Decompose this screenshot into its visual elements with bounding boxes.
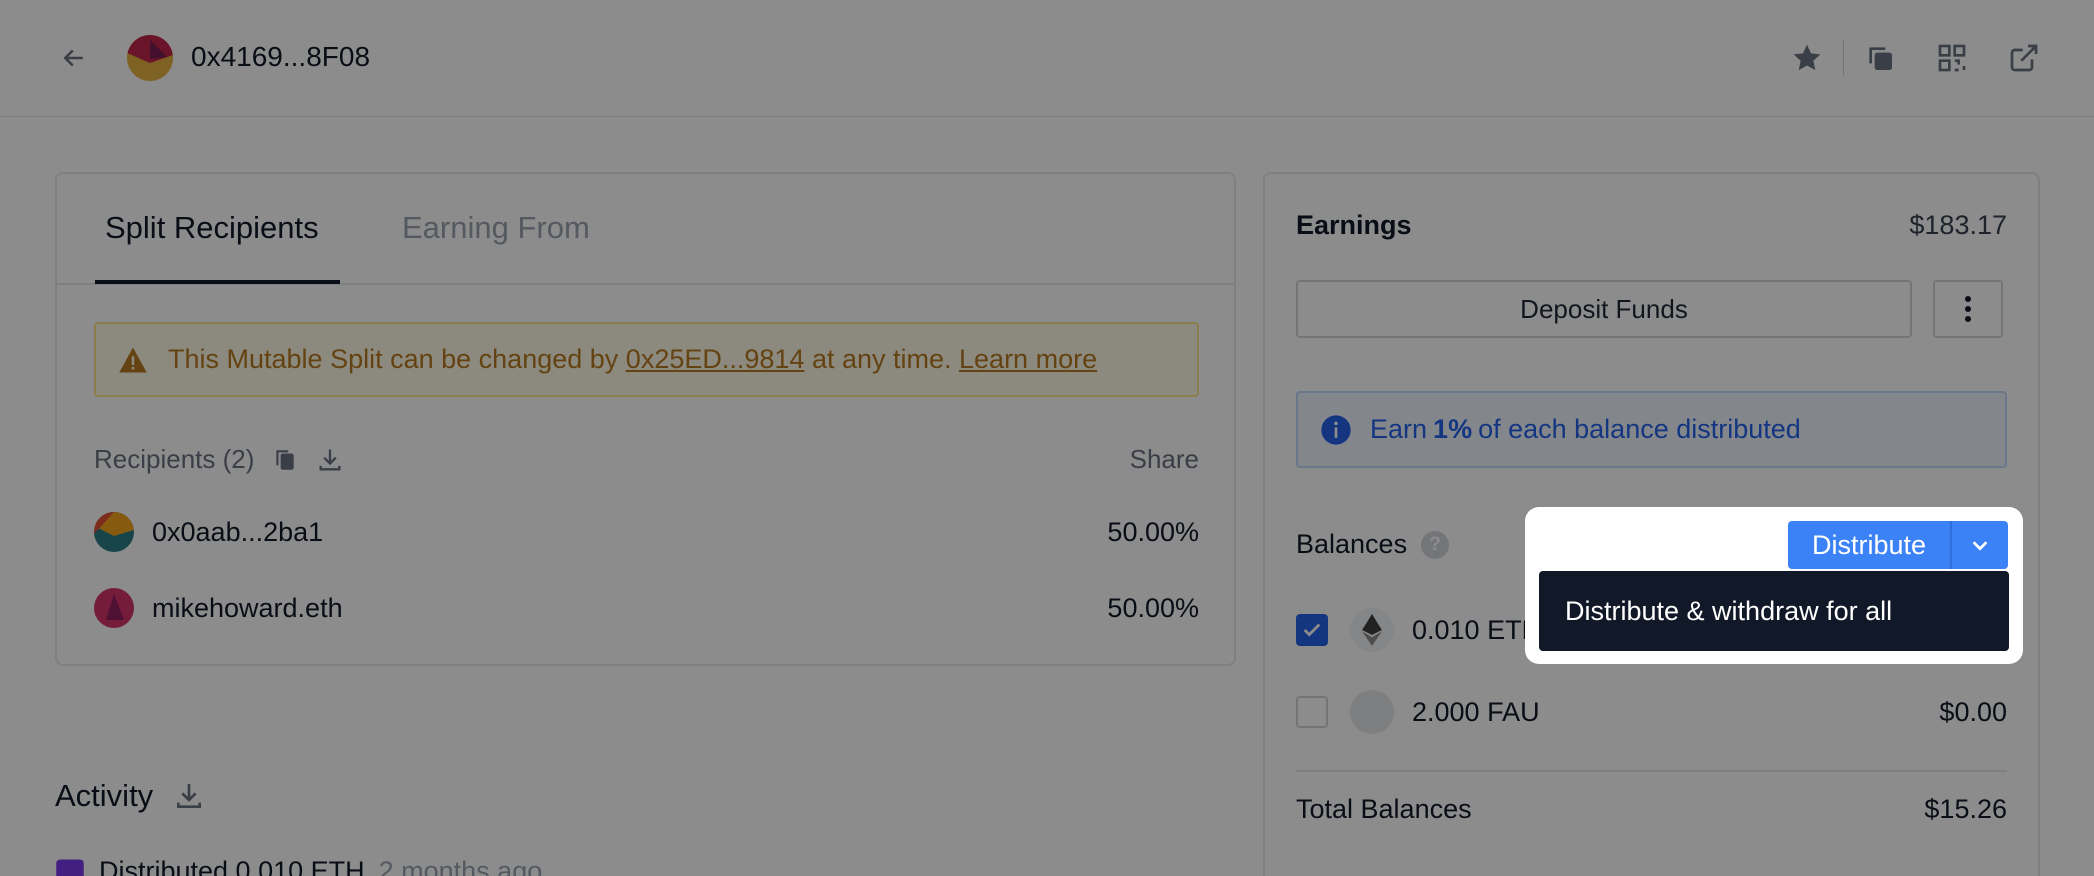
distribute-button[interactable]: Distribute xyxy=(1788,521,1950,569)
distribute-withdraw-menu-item[interactable]: Distribute & withdraw for all xyxy=(1539,571,2009,651)
chevron-down-icon xyxy=(1972,541,1988,551)
distribute-popover: Distribute Distribute & withdraw for all xyxy=(1525,507,2023,664)
distribute-split-button: Distribute xyxy=(1788,521,2008,569)
distribute-dropdown-toggle[interactable] xyxy=(1952,521,2008,569)
modal-backdrop[interactable] xyxy=(0,0,2094,876)
